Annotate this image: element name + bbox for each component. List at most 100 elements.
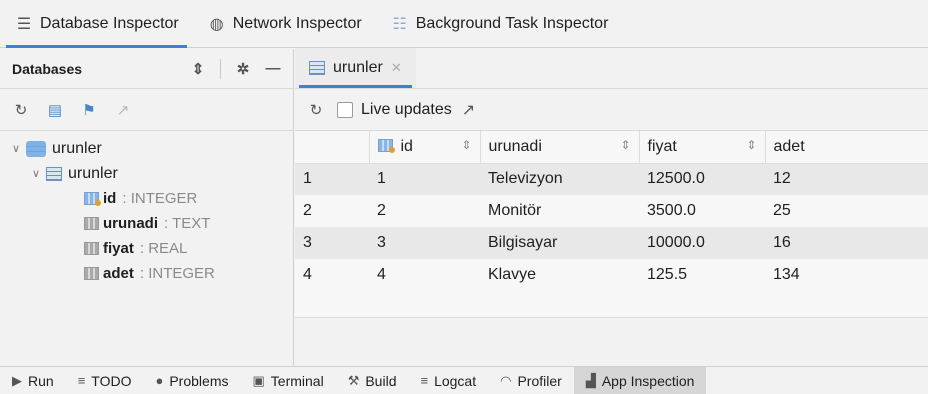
tree-table-node[interactable]: ∨ urunler: [0, 161, 293, 186]
live-updates-checkbox[interactable]: [337, 101, 353, 118]
cell-urunadi[interactable]: Klavye: [480, 259, 639, 291]
column-name: urunadi: [103, 215, 158, 232]
profiler-icon: ◠: [500, 372, 512, 388]
cell-adet[interactable]: 25: [765, 195, 928, 227]
sort-icon[interactable]: ⇕: [461, 138, 471, 152]
column-header-adet[interactable]: adet: [765, 131, 928, 164]
cell-id[interactable]: 2: [369, 195, 480, 227]
database-name: urunler: [52, 139, 102, 157]
tree-column-urunadi[interactable]: urunadi : TEXT: [0, 211, 293, 236]
run-icon: ▶: [12, 372, 22, 388]
build-icon: ⚒: [347, 372, 360, 388]
list-icon: ☷: [392, 15, 407, 33]
tool-label: TODO: [91, 372, 132, 389]
tree-column-adet[interactable]: adet : INTEGER: [0, 261, 293, 286]
table-name: urunler: [68, 164, 118, 182]
tab-label: urunler: [333, 59, 383, 76]
column-type: : INTEGER: [139, 265, 215, 282]
table-tabs: urunler ✕: [295, 48, 928, 89]
tool-label: Build: [365, 372, 397, 389]
tab-background-task-inspector[interactable]: ☷ Background Task Inspector: [376, 0, 623, 48]
table-row[interactable]: 2 2 Monitör 3500.0 25: [295, 195, 928, 227]
tab-label: Network Inspector: [232, 14, 362, 32]
table-icon: [309, 61, 325, 75]
cell-urunadi[interactable]: Bilgisayar: [480, 227, 639, 259]
column-header-id[interactable]: id ⇕: [369, 131, 481, 164]
gear-icon[interactable]: ✲: [235, 60, 251, 78]
run-query-icon[interactable]: ▤: [46, 101, 64, 119]
tool-app-inspection[interactable]: ▟ App Inspection: [573, 366, 707, 394]
problems-icon: ●: [155, 373, 164, 388]
tool-label: Profiler: [517, 372, 562, 389]
cell-id[interactable]: 3: [369, 227, 480, 259]
minimize-icon[interactable]: —: [265, 60, 281, 77]
table-icon: [46, 166, 62, 181]
grid-footer: [295, 317, 928, 367]
logcat-icon: ≡: [420, 373, 429, 388]
sort-icon[interactable]: ⇕: [746, 138, 756, 152]
databases-panel-header: Databases ⇕ ✲ —: [0, 49, 293, 89]
cell-adet[interactable]: 12: [765, 163, 928, 195]
data-grid: id ⇕ urunadi ⇕ fiyat ⇕ adet 1 1 Televizy…: [295, 131, 928, 317]
cell-id[interactable]: 1: [369, 163, 480, 195]
refresh-icon[interactable]: ↻: [12, 101, 30, 119]
row-number: 2: [295, 195, 369, 227]
tool-problems[interactable]: ● Problems: [143, 367, 240, 394]
cell-urunadi[interactable]: Monitör: [480, 195, 639, 227]
table-row[interactable]: 3 3 Bilgisayar 10000.0 16: [295, 227, 928, 259]
tool-run[interactable]: ▶ Run: [0, 367, 66, 394]
globe-icon: ◍: [209, 15, 224, 33]
tab-label: Database Inspector: [40, 14, 179, 32]
row-number: 1: [295, 163, 369, 195]
close-icon[interactable]: ✕: [391, 60, 402, 76]
cell-fiyat[interactable]: 12500.0: [639, 163, 765, 195]
app-inspection-icon: ▟: [585, 372, 596, 388]
tool-todo[interactable]: ≡ TODO: [66, 367, 144, 394]
table-row[interactable]: 4 4 Klavye 125.5 134: [295, 259, 928, 291]
tree-column-id[interactable]: id : INTEGER: [0, 186, 293, 211]
chevron-down-icon[interactable]: ∨: [30, 167, 42, 180]
collapse-all-icon[interactable]: ⇕: [190, 60, 206, 78]
export-icon[interactable]: ↗: [462, 100, 475, 120]
chevron-down-icon[interactable]: ∨: [10, 142, 22, 155]
cell-id[interactable]: 4: [369, 259, 480, 291]
column-type: : TEXT: [164, 215, 211, 232]
tool-profiler[interactable]: ◠ Profiler: [488, 367, 574, 394]
header-row: id ⇕ urunadi ⇕ fiyat ⇕ adet: [295, 131, 928, 164]
tab-network-inspector[interactable]: ◍ Network Inspector: [193, 0, 376, 48]
tab-urunler[interactable]: urunler ✕: [295, 48, 416, 88]
cell-adet[interactable]: 16: [765, 227, 928, 259]
cell-fiyat[interactable]: 125.5: [639, 259, 765, 291]
sort-icon[interactable]: ⇕: [620, 138, 630, 152]
schema-tree: ∨ urunler ∨ urunler id : INTEGER urunadi…: [0, 131, 293, 286]
cell-fiyat[interactable]: 10000.0: [639, 227, 765, 259]
results-table: id ⇕ urunadi ⇕ fiyat ⇕ adet 1 1 Televizy…: [295, 131, 928, 291]
column-type: : INTEGER: [122, 190, 198, 207]
tool-build[interactable]: ⚒ Build: [336, 367, 409, 394]
refresh-icon[interactable]: ↻: [307, 101, 325, 119]
column-header-fiyat[interactable]: fiyat ⇕: [639, 131, 766, 164]
todo-icon: ≡: [77, 373, 86, 388]
primary-key-column-icon: [84, 192, 101, 206]
export-icon[interactable]: ↗: [114, 101, 132, 119]
table-row[interactable]: 1 1 Televizyon 12500.0 12: [295, 163, 928, 195]
tool-label: Problems: [169, 372, 229, 389]
live-updates-label: Live updates: [361, 100, 452, 118]
keep-connection-icon[interactable]: ⚑: [80, 101, 98, 119]
cell-urunadi[interactable]: Televizyon: [480, 163, 639, 195]
cell-adet[interactable]: 134: [765, 259, 928, 291]
tool-terminal[interactable]: ▣ Terminal: [240, 367, 335, 394]
row-number: 3: [295, 227, 369, 259]
primary-key-icon: [377, 138, 395, 153]
tab-database-inspector[interactable]: ☰ Database Inspector: [0, 0, 193, 48]
tool-label: App Inspection: [601, 372, 695, 389]
column-header-urunadi[interactable]: urunadi ⇕: [480, 131, 640, 164]
cell-fiyat[interactable]: 3500.0: [639, 195, 765, 227]
panel-title: Databases: [12, 60, 83, 77]
tree-database-node[interactable]: ∨ urunler: [0, 136, 293, 161]
database-icon: [26, 140, 46, 157]
column-icon: [84, 267, 99, 280]
databases-panel: Databases ⇕ ✲ — ↻ ▤ ⚑ ↗ ∨ urunler ∨ urun…: [0, 49, 294, 366]
tool-logcat[interactable]: ≡ Logcat: [408, 367, 488, 394]
tree-column-fiyat[interactable]: fiyat : REAL: [0, 236, 293, 261]
